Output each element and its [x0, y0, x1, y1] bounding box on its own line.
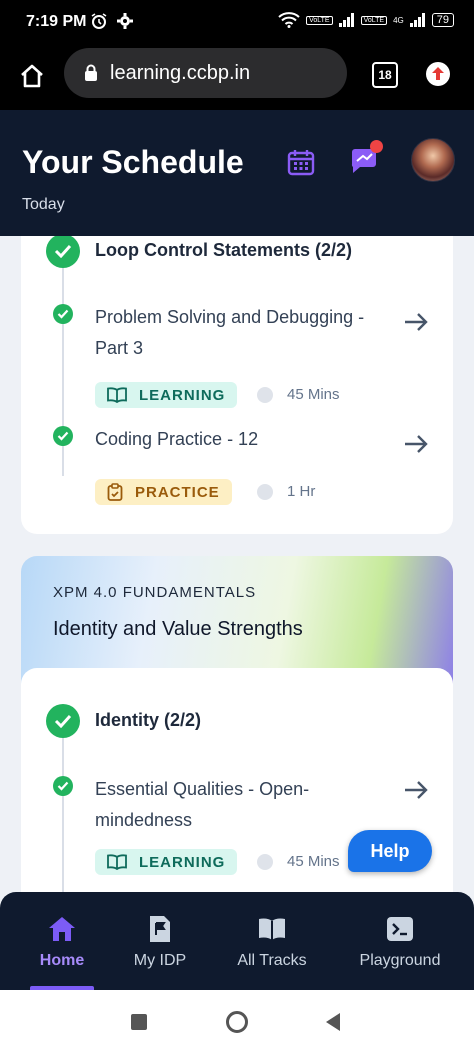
clock-icon [257, 386, 273, 403]
tag-label: LEARNING [139, 853, 226, 871]
alarm-icon [91, 13, 107, 29]
schedule-day-filter[interactable]: Today [22, 196, 65, 214]
home-browser-icon[interactable] [18, 62, 46, 90]
nav-home[interactable]: Home [24, 892, 100, 990]
module-title[interactable]: Identity (2/2) [95, 710, 201, 731]
back-button[interactable] [324, 1012, 342, 1032]
status-bar: 7:19 PM VoLTE VoLTE 4G 79 [0, 0, 474, 44]
flag-doc-icon [148, 914, 172, 944]
terminal-icon [386, 914, 414, 944]
item-complete-check-icon [53, 426, 73, 446]
practice-tag: PRACTICE [95, 479, 232, 505]
avatar[interactable] [411, 138, 455, 182]
home-icon [47, 914, 77, 944]
module-complete-check-icon [46, 236, 80, 268]
duration-text: 45 Mins [287, 386, 340, 403]
tag-label: LEARNING [139, 386, 226, 404]
nav-label: My IDP [133, 952, 187, 969]
help-button[interactable]: Help [348, 830, 432, 872]
duration: 1 Hr [257, 483, 315, 500]
address-bar[interactable]: learning.ccbp.in [64, 48, 347, 98]
schedule-list[interactable]: Loop Control Statements (2/2) Problem So… [0, 236, 474, 892]
nav-label: Playground [359, 952, 441, 969]
duration-text: 45 Mins [287, 853, 340, 870]
clock-icon [257, 853, 273, 870]
battery-indicator: 79 [431, 13, 454, 27]
book-open-icon [107, 854, 127, 870]
book-open-icon [107, 387, 127, 403]
module-complete-check-icon [46, 704, 80, 738]
course-category: XPM 4.0 FUNDAMENTALS [53, 584, 257, 601]
recents-button[interactable] [131, 1014, 147, 1030]
book-icon [257, 914, 287, 944]
lesson-title[interactable]: Problem Solving and Debugging - Part 3 [95, 302, 385, 364]
tag-label: PRACTICE [135, 483, 220, 501]
progress-timeline [62, 734, 64, 892]
nav-all-tracks[interactable]: All Tracks [226, 892, 318, 990]
clipboard-check-icon [107, 483, 123, 501]
arrow-right-icon[interactable] [403, 780, 429, 800]
module-title[interactable]: Loop Control Statements (2/2) [95, 240, 352, 261]
messages-button[interactable] [348, 140, 384, 176]
page-header: Your Schedule Today [0, 110, 474, 236]
signal-icon [338, 13, 354, 27]
page-title: Your Schedule [22, 144, 244, 180]
signal-icon-2 [409, 13, 425, 27]
status-time: 7:19 PM [26, 13, 87, 30]
course-title[interactable]: Identity and Value Strengths [53, 618, 303, 641]
nav-my-idp[interactable]: My IDP [122, 892, 198, 990]
nav-label: All Tracks [237, 952, 307, 969]
lock-icon [85, 64, 97, 81]
arrow-right-icon[interactable] [403, 434, 429, 454]
learning-tag: LEARNING [95, 849, 238, 875]
tab-switcher-button[interactable]: 18 [372, 62, 398, 88]
duration: 45 Mins [257, 853, 340, 870]
item-complete-check-icon [53, 776, 73, 796]
lesson-title[interactable]: Essential Qualities - Open-mindedness [95, 774, 385, 836]
notification-dot [370, 140, 383, 153]
wifi-icon [278, 12, 300, 28]
update-icon[interactable] [426, 62, 450, 86]
volte-badge-2: VoLTE [360, 15, 388, 25]
url-text: learning.ccbp.in [110, 61, 251, 84]
system-navigation-bar [0, 990, 474, 1053]
nav-playground[interactable]: Playground [352, 892, 448, 990]
learning-tag: LEARNING [95, 382, 238, 408]
arrow-right-icon[interactable] [403, 312, 429, 332]
duration: 45 Mins [257, 386, 340, 403]
item-complete-check-icon [53, 304, 73, 324]
settings-gear-icon [117, 13, 133, 29]
nav-label: Home [39, 952, 85, 969]
clock-icon [257, 483, 273, 500]
network-type: 4G [393, 15, 404, 25]
module-card: Loop Control Statements (2/2) Problem So… [21, 236, 453, 534]
home-button[interactable] [226, 1011, 248, 1033]
volte-badge: VoLTE [306, 15, 333, 25]
calendar-icon[interactable] [287, 148, 315, 176]
bottom-navigation: Home My IDP All Tracks Playground [0, 892, 474, 990]
duration-text: 1 Hr [287, 483, 316, 500]
browser-toolbar: learning.ccbp.in 18 [0, 44, 474, 110]
lesson-title[interactable]: Coding Practice - 12 [95, 424, 385, 455]
